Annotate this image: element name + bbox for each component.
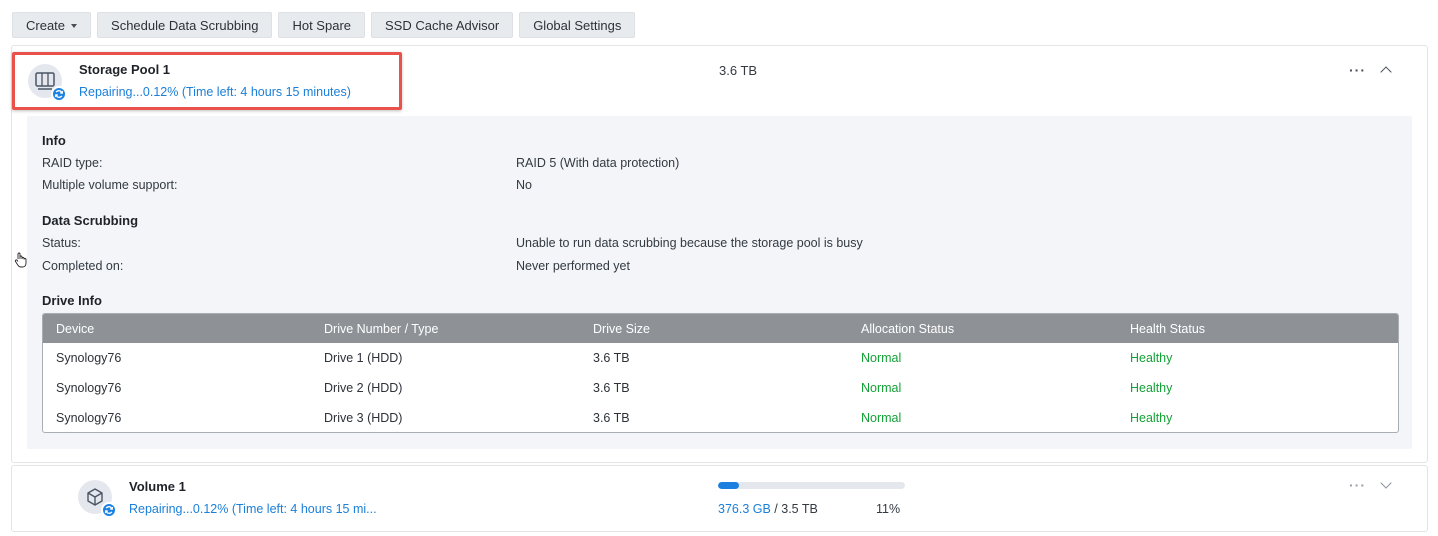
health-cell: Healthy [1130, 351, 1173, 365]
drive-table-header: Device Drive Number / Type Drive Size Al… [43, 314, 1398, 343]
ssd-cache-advisor-button[interactable]: SSD Cache Advisor [371, 12, 514, 38]
table-row[interactable]: Synology76 Drive 1 (HDD) 3.6 TB Normal H… [43, 343, 1398, 373]
health-cell: Healthy [1130, 381, 1173, 395]
table-row[interactable]: Synology76 Drive 3 (HDD) 3.6 TB Normal H… [43, 403, 1398, 432]
volume-actions: ··· [1349, 477, 1392, 492]
pool-actions: ··· [1349, 63, 1392, 78]
table-row[interactable]: Synology76 Drive 2 (HDD) 3.6 TB Normal H… [43, 373, 1398, 403]
storage-pool-capacity: 3.6 TB [719, 63, 758, 78]
storage-pool-details: Info RAID type: RAID 5 (With data protec… [27, 116, 1412, 449]
storage-pool-status: Repairing...0.12% (Time left: 4 hours 15… [79, 85, 351, 99]
volume-icon [78, 480, 117, 518]
size-cell: 3.6 TB [593, 381, 630, 395]
completed-on-value: Never performed yet [516, 259, 630, 273]
toolbar: Create Schedule Data Scrubbing Hot Spare… [12, 12, 636, 38]
volume-total: / 3.5 TB [770, 502, 818, 516]
size-cell: 3.6 TB [593, 351, 630, 365]
more-options-icon[interactable]: ··· [1349, 478, 1366, 492]
allocation-cell: Normal [861, 381, 902, 395]
completed-on-label: Completed on: [42, 259, 124, 273]
drive-cell: Drive 2 (HDD) [324, 381, 403, 395]
allocation-cell: Normal [861, 351, 902, 365]
repairing-sync-icon [101, 502, 117, 518]
multiple-volume-value: No [516, 178, 532, 192]
data-scrubbing-section-title: Data Scrubbing [42, 213, 139, 228]
repairing-sync-icon [51, 86, 67, 102]
column-header-health-status[interactable]: Health Status [1117, 322, 1398, 336]
storage-pool-icon [28, 64, 67, 102]
column-header-device[interactable]: Device [43, 322, 311, 336]
drive-info-table: Device Drive Number / Type Drive Size Al… [42, 313, 1399, 433]
volume-usage-percent: 11% [876, 502, 901, 516]
volume-status: Repairing...0.12% (Time left: 4 hours 15… [129, 502, 377, 516]
hand-cursor-icon [14, 252, 28, 271]
raid-type-label: RAID type: [42, 156, 103, 170]
device-cell: Synology76 [56, 351, 122, 365]
raid-type-value: RAID 5 (With data protection) [516, 156, 680, 170]
more-options-icon[interactable]: ··· [1349, 63, 1366, 77]
drive-info-section-title: Drive Info [42, 293, 102, 308]
scrubbing-status-label: Status: [42, 236, 81, 250]
create-button[interactable]: Create [12, 12, 92, 38]
hot-spare-button[interactable]: Hot Spare [278, 12, 366, 38]
column-header-drive-size[interactable]: Drive Size [580, 322, 848, 336]
storage-pool-card[interactable]: Storage Pool 1 Repairing...0.12% (Time l… [11, 45, 1428, 463]
info-section-title: Info [42, 133, 66, 148]
health-cell: Healthy [1130, 411, 1173, 425]
collapse-chevron-icon[interactable] [1380, 66, 1392, 78]
schedule-data-scrubbing-button[interactable]: Schedule Data Scrubbing [97, 12, 273, 38]
volume-used: 376.3 GB [718, 502, 771, 516]
device-cell: Synology76 [56, 411, 122, 425]
global-settings-button[interactable]: Global Settings [519, 12, 636, 38]
volume-usage-text: 376.3 GB / 3.5 TB [718, 502, 818, 516]
caret-down-icon [71, 23, 78, 28]
column-header-allocation-status[interactable]: Allocation Status [848, 322, 1117, 336]
volume-usage-bar [718, 482, 905, 489]
volume-card[interactable]: Volume 1 Repairing...0.12% (Time left: 4… [11, 465, 1428, 532]
device-cell: Synology76 [56, 381, 122, 395]
size-cell: 3.6 TB [593, 411, 630, 425]
allocation-cell: Normal [861, 411, 902, 425]
multiple-volume-label: Multiple volume support: [42, 178, 178, 192]
create-label: Create [26, 17, 66, 33]
volume-usage-fill [718, 482, 739, 489]
storage-pool-title: Storage Pool 1 [79, 62, 171, 77]
drive-cell: Drive 1 (HDD) [324, 351, 403, 365]
column-header-drive-number[interactable]: Drive Number / Type [311, 322, 580, 336]
drive-cell: Drive 3 (HDD) [324, 411, 403, 425]
expand-chevron-icon[interactable] [1380, 477, 1392, 489]
scrubbing-status-value: Unable to run data scrubbing because the… [516, 236, 863, 250]
volume-title: Volume 1 [129, 479, 186, 494]
